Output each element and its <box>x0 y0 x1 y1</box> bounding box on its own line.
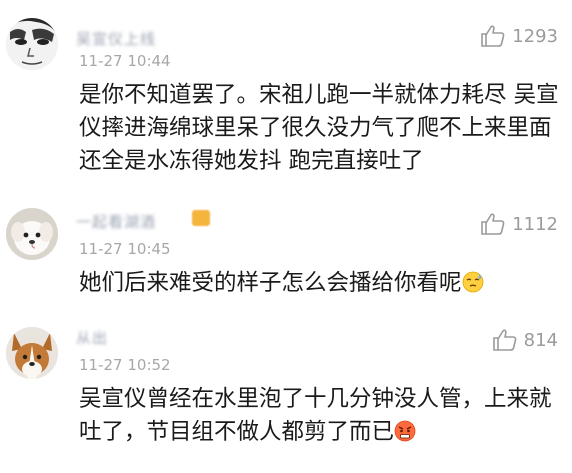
corgi-icon <box>6 327 58 379</box>
like-button[interactable]: 1112 <box>480 212 558 236</box>
angry-face-icon <box>394 420 416 442</box>
comment-text: 吴宣仪曾经在水里泡了十几分钟没人管，上来就吐了，节目组不做人都剪了而已 <box>79 383 559 449</box>
white-puppy-icon <box>6 208 58 260</box>
comment-item: 一起看湖酒 11-27 10:45 1112 她们后来难受的样子怎么会播给你看呢 <box>0 195 572 305</box>
username[interactable]: 从出 <box>76 327 108 347</box>
manga-portrait-icon <box>6 18 58 70</box>
comment-text: 是你不知道罢了。宋祖儿跑一半就体力耗尽 吴宣仪摔进海绵球里呆了很久没力气了爬不上… <box>79 82 559 174</box>
sweat-face-icon <box>462 271 483 293</box>
timestamp: 11-27 10:52 <box>79 356 171 374</box>
avatar[interactable] <box>6 327 58 379</box>
like-button[interactable]: 1293 <box>480 24 558 48</box>
comment-text-content: 她们后来难受的样子怎么会播给你看呢 <box>79 270 462 296</box>
comment-text: 她们后来难受的样子怎么会播给你看呢 <box>79 267 559 300</box>
timestamp: 11-27 10:44 <box>79 52 171 70</box>
like-count: 814 <box>523 329 558 351</box>
username[interactable]: 吴宣仪上线 <box>76 28 156 48</box>
like-count: 1293 <box>512 25 558 47</box>
like-button[interactable]: 814 <box>492 328 558 352</box>
timestamp: 11-27 10:45 <box>79 240 171 258</box>
thumbs-up-icon <box>492 329 517 351</box>
thumbs-up-icon <box>481 25 505 47</box>
avatar[interactable] <box>6 18 58 70</box>
avatar[interactable] <box>6 208 58 260</box>
member-badge-icon <box>192 210 210 226</box>
comment-item: 从出 11-27 10:52 814 吴宣仪曾经在水里泡了十几分钟没人管，上来就… <box>0 305 572 473</box>
username[interactable]: 一起看湖酒 <box>76 211 156 231</box>
comment-item: 吴宣仪上线 11-27 10:44 1293 是你不知道罢了。宋祖儿跑一半就体力… <box>0 0 572 195</box>
comment-text-content: 吴宣仪曾经在水里泡了十几分钟没人管，上来就吐了，节目组不做人都剪了而已 <box>79 386 552 445</box>
like-count: 1112 <box>512 213 558 235</box>
thumbs-up-icon <box>481 213 505 235</box>
